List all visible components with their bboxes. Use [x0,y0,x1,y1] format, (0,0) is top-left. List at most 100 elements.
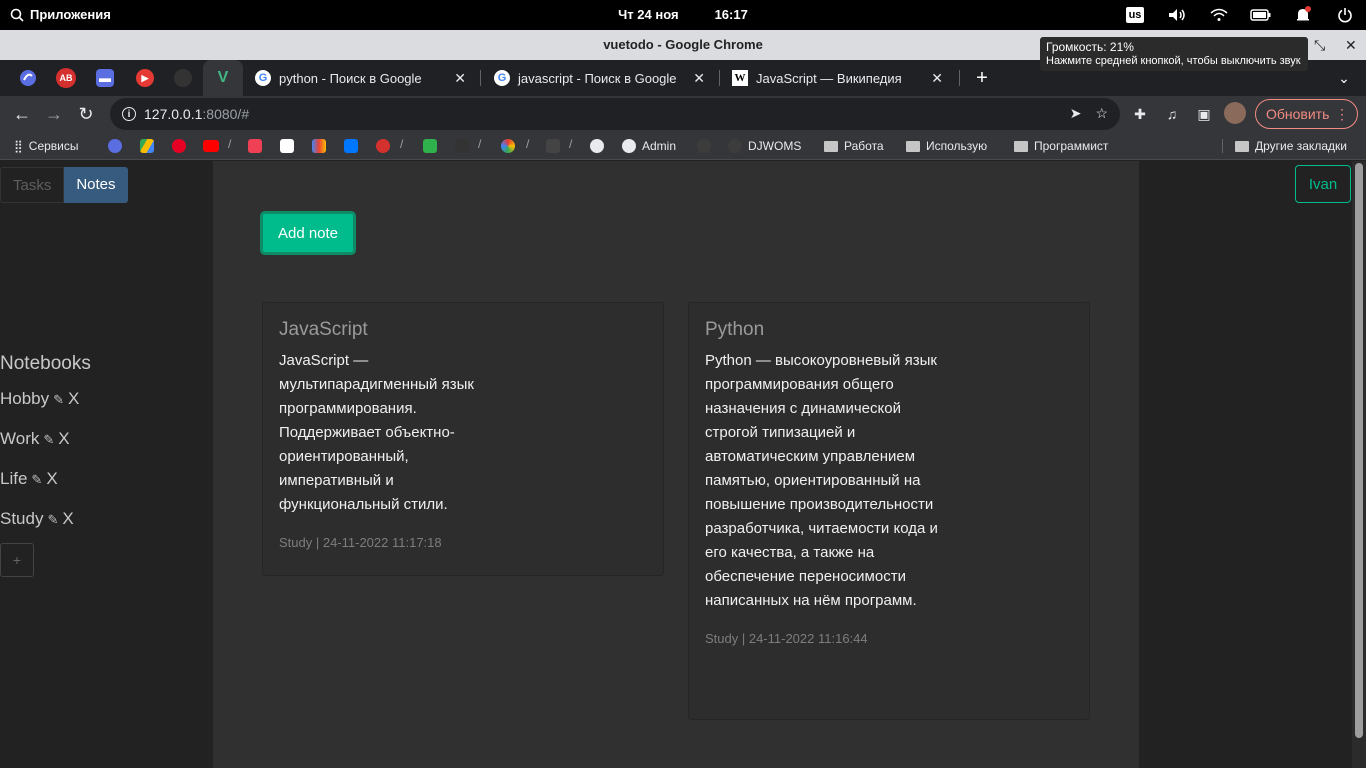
reload-button[interactable]: ↻ [72,100,100,128]
habr-icon [546,139,560,153]
bookmark-drive[interactable] [140,137,154,155]
power-icon[interactable] [1334,4,1356,26]
pinned-tab-youtube-music[interactable]: ▶ [136,69,154,87]
update-button[interactable]: Обновить ⋮ [1255,99,1358,129]
notebook-item[interactable]: Life ✎ X [0,469,91,509]
tab-python-search[interactable]: G python - Поиск в Google ✕ [243,60,478,96]
bookmark-folder-other[interactable]: Другие закладки [1235,137,1347,155]
notebook-name[interactable]: Life [0,469,27,489]
delete-notebook-button[interactable]: X [62,509,73,529]
tab-javascript-wikipedia[interactable]: W JavaScript — Википедия ✕ [720,60,955,96]
avatar[interactable] [1224,102,1246,124]
notebook-name[interactable]: Study [0,509,43,529]
bookmark-wikipedia[interactable] [280,137,294,155]
bookmark-colors[interactable] [501,137,515,155]
close-tab-icon[interactable]: ✕ [931,70,943,87]
pencil-icon[interactable]: ✎ [53,392,64,408]
pocket-icon [248,139,262,153]
star-icon[interactable]: ☆ [1095,105,1108,122]
bookmarks-bar: ⣿ Сервисы / / / / / Admin DJWOMS Работа … [0,132,1366,160]
bookmark-swirl[interactable] [108,137,122,155]
bookmark-label: Сервисы [28,139,79,153]
page-scrollbar[interactable] [1352,161,1366,768]
scrollbar-thumb[interactable] [1355,163,1363,738]
close-tab-icon[interactable]: ✕ [693,70,705,87]
bookmark-djwoms[interactable]: DJWOMS [728,137,801,155]
bookmark-label: Работа [844,139,884,153]
pinned-tab-vue-active[interactable]: V [203,60,243,96]
globe-icon [622,139,636,153]
bookmark-pocket[interactable] [248,137,262,155]
bookmark-label: Программист [1034,139,1109,153]
arrow-right-icon: → [45,103,63,124]
notification-bell-icon[interactable] [1292,4,1314,26]
notebook-item[interactable]: Work ✎ X [0,429,91,469]
notebook-name[interactable]: Hobby [0,389,49,409]
tab-notes[interactable]: Notes [64,167,128,203]
bookmark-separator: / [228,137,232,151]
media-queue-icon[interactable]: ♫ [1160,102,1184,126]
add-note-button[interactable]: Add note [260,211,356,255]
url-host: 127.0.0.1 [144,106,203,122]
wifi-icon[interactable] [1208,4,1230,26]
bookmark-folder-work[interactable]: Работа [824,137,884,155]
tab-search-button[interactable]: ⌄ [1332,66,1356,90]
bookmark-globe[interactable] [590,137,604,155]
side-panel-icon[interactable]: ▣ [1192,102,1216,126]
bookmark-folder-programmer[interactable]: Программист [1014,137,1108,155]
user-button[interactable]: Ivan [1295,165,1351,203]
menu-dots-icon: ⋮ [1335,105,1349,122]
address-bar[interactable]: i 127.0.0.1:8080/# ➤ ☆ [110,98,1120,130]
site-info-icon[interactable]: i [122,107,136,121]
bookmark-kinopoisk[interactable] [455,137,469,155]
delete-notebook-button[interactable]: X [58,429,69,449]
bookmark-adblock[interactable] [376,137,390,155]
bookmark-admin[interactable]: Admin [622,137,676,155]
tab-separator [959,70,960,86]
notebook-item[interactable]: Hobby ✎ X [0,389,91,429]
note-card[interactable]: Python Python — высокоуровневый язык про… [688,302,1090,720]
bookmark-gmail[interactable] [312,137,326,155]
pinned-tab-adblock[interactable]: AB [56,68,76,88]
tab-tasks[interactable]: Tasks [0,167,65,203]
window-title: vuetodo - Google Chrome [603,37,763,52]
restore-icon[interactable]: ⤡ [1314,30,1325,60]
chevron-down-icon: ⌄ [1338,69,1350,86]
pinned-tab-github[interactable] [174,69,192,87]
bookmark-vk[interactable] [344,137,358,155]
add-notebook-button[interactable]: + [0,543,34,577]
back-button[interactable]: ← [8,100,36,128]
github-icon [728,139,742,153]
note-meta: Study | 24-11-2022 11:16:44 [705,631,868,646]
close-window-icon[interactable]: ✕ [1345,30,1357,60]
forward-button[interactable]: → [40,100,68,128]
pencil-icon[interactable]: ✎ [47,512,58,528]
pencil-icon[interactable]: ✎ [31,472,42,488]
bookmark-github[interactable] [697,137,711,155]
close-tab-icon[interactable]: ✕ [454,70,466,87]
plus-icon: + [976,66,988,89]
extensions-icon[interactable]: ✚ [1128,102,1152,126]
pinned-tab-sync[interactable] [16,66,40,90]
swirl-icon [108,139,122,153]
delete-notebook-button[interactable]: X [46,469,57,489]
note-card[interactable]: JavaScript JavaScript — мультипарадигмен… [262,302,664,576]
new-tab-button[interactable]: + [970,66,994,90]
bookmark-habr[interactable] [546,137,560,155]
bookmark-services[interactable]: ⣿ Сервисы [14,137,79,155]
keyboard-layout[interactable]: us [1124,4,1146,26]
send-icon[interactable]: ➤ [1070,105,1082,122]
volume-icon[interactable] [1166,4,1188,26]
tab-javascript-search[interactable]: G javascript - Поиск в Google ✕ [482,60,717,96]
delete-notebook-button[interactable]: X [68,389,79,409]
bookmark-label: Admin [642,139,677,153]
pencil-icon[interactable]: ✎ [43,432,54,448]
bookmark-youtube[interactable] [203,137,219,155]
bookmark-pinterest[interactable] [172,137,186,155]
notebook-name[interactable]: Work [0,429,39,449]
battery-icon[interactable] [1250,4,1272,26]
volume-tooltip: Громкость: 21% Нажмите средней кнопкой, … [1040,37,1308,71]
bookmark-fl[interactable] [423,137,437,155]
pinned-tab-chat[interactable]: ▬ [96,69,114,87]
bookmark-folder-using[interactable]: Использую [906,137,987,155]
